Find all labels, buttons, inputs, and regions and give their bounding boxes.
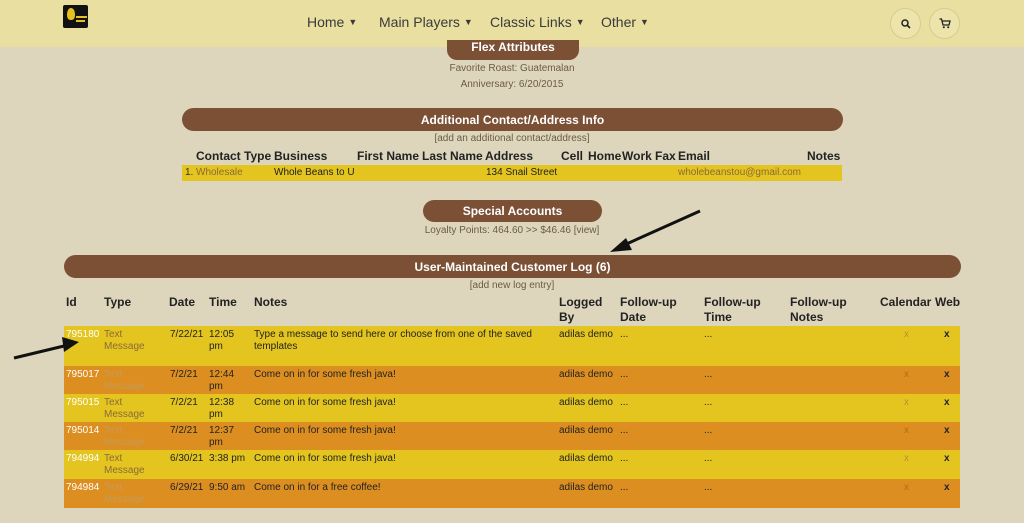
arrow-icon (610, 209, 701, 252)
arrow-icon (13, 337, 79, 360)
annotation-arrows (13, 209, 701, 360)
